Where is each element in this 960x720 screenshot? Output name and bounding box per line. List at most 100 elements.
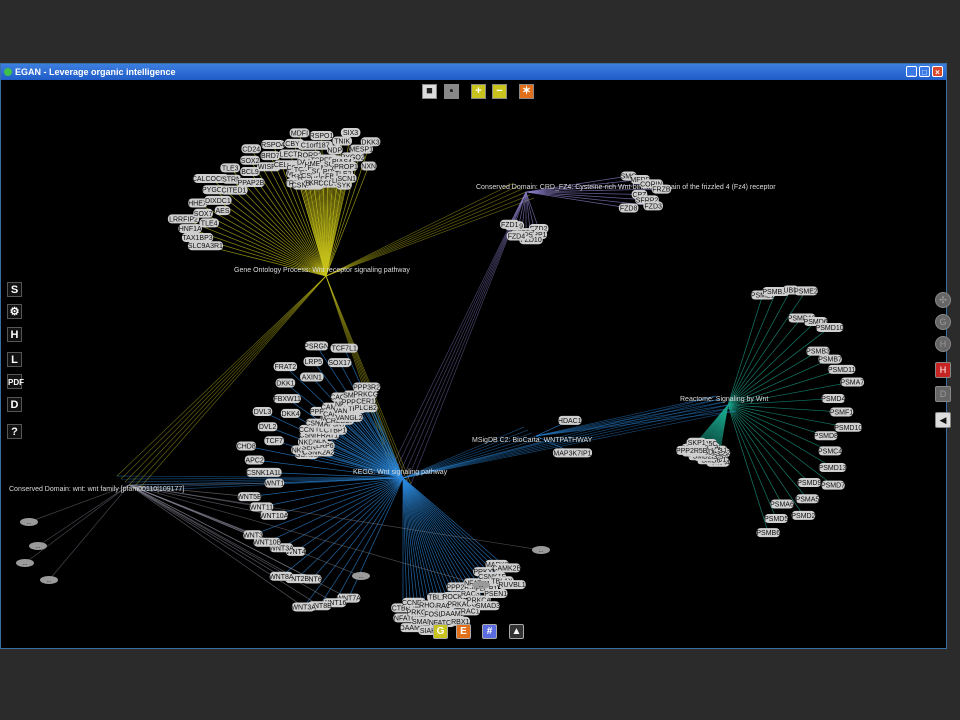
bottom-tool-button-1[interactable]: E (456, 624, 471, 639)
gene-node[interactable]: DKK3 (360, 137, 381, 147)
collapsed-node[interactable]: ... (40, 576, 58, 584)
collapsed-node[interactable]: ... (20, 518, 38, 526)
gene-node[interactable]: MDFI (289, 128, 310, 138)
gene-node[interactable]: PSMD5 (764, 514, 788, 524)
top-tool-button-4[interactable]: ✶ (519, 84, 534, 99)
gene-node[interactable]: WNT11 (249, 502, 274, 512)
collapsed-node[interactable]: ... (472, 581, 490, 589)
gene-node[interactable]: PSMD9 (797, 478, 821, 488)
gene-node[interactable]: CSNK1A1L (246, 467, 282, 477)
gene-node[interactable]: AES (214, 206, 231, 216)
gene-node[interactable]: FRAT2 (273, 362, 298, 372)
network-graph[interactable]: Gene Ontology Process: Wnt receptor sign… (1, 80, 946, 648)
gene-node[interactable]: PSMD10 (834, 422, 862, 432)
gene-node[interactable]: PSMA5 (796, 494, 820, 504)
hub-label-wntfam[interactable]: Conserved Domain: wnt: wnt family [pfam0… (9, 486, 184, 493)
gene-node[interactable]: PROP1 (334, 161, 358, 171)
gene-node[interactable]: BCL9 (240, 167, 260, 177)
gene-node[interactable]: PSMD13 (819, 463, 847, 473)
bottom-tool-button-3[interactable]: ▲ (509, 624, 524, 639)
gene-node[interactable]: PSMF1 (829, 407, 854, 417)
side-tool-h-icon[interactable]: H (935, 336, 951, 352)
gene-node[interactable]: RSPO4 (261, 140, 285, 150)
top-tool-button-1[interactable]: ▪ (444, 84, 459, 99)
side-tool-h-red-icon[interactable]: H (935, 362, 951, 378)
gene-node[interactable]: PPAP2B (237, 178, 265, 188)
gene-node[interactable]: WNT1 (264, 478, 284, 488)
hub-label-msig[interactable]: MSigDB C2: BioCarta: WNTPATHWAY (472, 437, 593, 444)
gene-node[interactable]: SCN1 (336, 173, 357, 183)
gene-node[interactable]: FZD8 (618, 203, 639, 213)
collapsed-node[interactable]: ... (29, 542, 47, 550)
gene-node[interactable]: SOX17 (327, 358, 352, 368)
top-tool-button-2[interactable]: + (471, 84, 486, 99)
title-bar[interactable]: EGAN - Leverage organic intelligence _ □… (1, 64, 946, 80)
h-icon[interactable]: H (7, 327, 22, 342)
gene-node[interactable]: SIX3 (340, 128, 361, 138)
l-icon[interactable]: L (7, 352, 22, 367)
collapsed-node[interactable]: ... (352, 572, 370, 580)
gene-node[interactable]: SOX7 (193, 208, 213, 218)
gene-node[interactable]: PSMB6 (756, 528, 780, 538)
gene-node[interactable]: NXN (360, 161, 377, 171)
gene-node[interactable]: PSMD7 (821, 480, 845, 490)
hub-label-kegg[interactable]: KEGG: Wnt signaling pathway (353, 469, 448, 476)
gene-node[interactable]: TLE4 (199, 218, 219, 228)
gene-node[interactable]: PPP3R2 (352, 382, 381, 392)
gene-node[interactable]: PSMB7 (818, 354, 842, 364)
gene-node[interactable]: TCF7 (264, 436, 284, 446)
gene-node[interactable]: BRD7 (260, 151, 281, 161)
gene-node[interactable]: RSPO1 (310, 130, 334, 140)
hub-label-go[interactable]: Gene Ontology Process: Wnt receptor sign… (234, 267, 410, 274)
maximize-button[interactable]: □ (919, 66, 930, 77)
gene-node[interactable]: FZD1 (499, 219, 520, 229)
minimize-button[interactable]: _ (906, 66, 917, 77)
gene-node[interactable]: RUVBL1 (498, 580, 526, 590)
gene-node[interactable]: SKP1 (686, 437, 707, 447)
top-tool-button-0[interactable]: ■ (422, 84, 437, 99)
gene-node[interactable]: CHD8 (236, 441, 257, 451)
gene-node[interactable]: WNT3A (291, 602, 316, 612)
collapsed-node[interactable]: ... (532, 546, 550, 554)
gene-node[interactable]: SMAD3 (476, 601, 500, 611)
d-icon[interactable]: D (7, 397, 22, 412)
gear-icon[interactable]: ⚙ (7, 304, 22, 319)
gene-node[interactable]: DVL3 (252, 407, 273, 417)
gene-node[interactable]: FBXW11 (273, 394, 301, 404)
bottom-tool-button-2[interactable]: # (482, 624, 497, 639)
gene-node[interactable]: TLE3 (220, 163, 240, 173)
side-tool-move-icon[interactable]: ✣ (935, 292, 951, 308)
side-tool-collapse-left-icon[interactable]: ◀ (935, 412, 951, 428)
gene-node[interactable]: HDAC1 (558, 415, 582, 425)
gene-node[interactable]: WNT10A (260, 510, 289, 520)
close-button[interactable]: × (932, 66, 943, 77)
gene-node[interactable]: APC2 (244, 455, 265, 465)
graph-nodes[interactable]: SLC9A3R1TAX1BP3HNF1ALRRFIP2TLE4SOX7HHEXA… (16, 128, 864, 635)
gene-node[interactable]: FZD3 (643, 201, 663, 211)
gene-node[interactable]: AXIN1 (300, 372, 324, 382)
gene-node[interactable]: PSMD4 (821, 394, 845, 404)
gene-node[interactable]: TCF7L1 (330, 343, 358, 353)
top-tool-button-3[interactable]: − (492, 84, 507, 99)
gene-node[interactable]: MAP3K7IP1 (552, 448, 593, 458)
gene-node[interactable]: HNF1A (178, 224, 202, 234)
bottom-tool-button-0[interactable]: G (433, 624, 448, 639)
gene-node[interactable]: PSEN1 (483, 588, 508, 598)
hub-label-crd[interactable]: Conserved Domain: CRD_FZ4: Cysteine-rich… (476, 184, 776, 191)
gene-node[interactable]: SLC9A3R1 (187, 241, 223, 251)
side-tool-g-icon[interactable]: G (935, 314, 951, 330)
gene-node[interactable]: TNIK (332, 136, 353, 146)
gene-node[interactable]: PSMA7 (840, 377, 864, 387)
gene-node[interactable]: LRP5 (303, 357, 324, 367)
s-icon[interactable]: S (7, 282, 22, 297)
gene-node[interactable]: PSRGN (304, 341, 329, 351)
side-tool-d-icon[interactable]: D (935, 386, 951, 402)
gene-node[interactable]: PSMD11 (828, 364, 856, 374)
gene-node[interactable]: TAX1BP3 (181, 233, 214, 243)
gene-node[interactable]: FRZB (651, 184, 672, 194)
gene-node[interactable]: PPP2R5B (676, 445, 708, 455)
gene-node[interactable]: FZD4 (506, 231, 527, 241)
gene-node[interactable]: PSMB3 (806, 346, 830, 356)
gene-node[interactable]: WNT3 (243, 530, 263, 540)
collapsed-node[interactable]: ... (16, 559, 34, 567)
